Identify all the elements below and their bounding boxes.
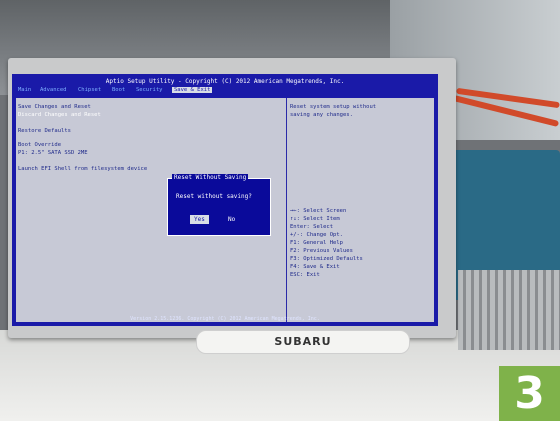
key-help-change-opt: +/-: Change Opt. bbox=[290, 232, 343, 238]
bios-screen: Aptio Setup Utility - Copyright (C) 2012… bbox=[12, 74, 438, 326]
key-help-select-screen: →←: Select Screen bbox=[290, 208, 347, 214]
bios-tabs: Main Advanced Chipset Boot Security Save… bbox=[12, 87, 438, 96]
tab-main[interactable]: Main bbox=[18, 87, 31, 93]
tab-security[interactable]: Security bbox=[136, 87, 163, 93]
brand-logo: SUBARU bbox=[274, 335, 332, 348]
key-help-esc-exit: ESC: Exit bbox=[290, 272, 320, 278]
tab-save-exit[interactable]: Save & Exit bbox=[172, 87, 213, 93]
help-text-line: saving any changes. bbox=[290, 112, 353, 118]
key-help-optimized-defaults: F3: Optimized Defaults bbox=[290, 256, 363, 262]
option-discard-changes-reset[interactable]: Discard Changes and Reset bbox=[18, 112, 101, 118]
panel-divider bbox=[286, 98, 287, 322]
reset-without-saving-dialog: Reset Without Saving Reset without savin… bbox=[167, 174, 271, 236]
option-boot-device[interactable]: P1: 2.5" SATA SSD 2ME bbox=[18, 150, 88, 156]
no-button[interactable]: No bbox=[224, 215, 239, 224]
option-restore-defaults[interactable]: Restore Defaults bbox=[18, 128, 71, 134]
step-number-badge: 3 bbox=[499, 366, 560, 421]
key-help-select-item: ↑↓: Select Item bbox=[290, 216, 340, 222]
option-save-changes-reset[interactable]: Save Changes and Reset bbox=[18, 104, 91, 110]
tab-chipset[interactable]: Chipset bbox=[78, 87, 101, 93]
heatsink bbox=[458, 270, 560, 350]
tab-boot[interactable]: Boot bbox=[112, 87, 125, 93]
yes-button[interactable]: Yes bbox=[190, 215, 209, 224]
help-text-line: Reset system setup without bbox=[290, 104, 377, 110]
monitor-stand: SUBARU bbox=[196, 330, 410, 354]
key-help-save-exit: F4: Save & Exit bbox=[290, 264, 340, 270]
tab-advanced[interactable]: Advanced bbox=[40, 87, 67, 93]
bios-footer: Version 2.15.1236. Copyright (C) 2012 Am… bbox=[130, 316, 320, 322]
option-launch-efi-shell[interactable]: Launch EFI Shell from filesystem device bbox=[18, 166, 147, 172]
key-help-general-help: F1: General Help bbox=[290, 240, 343, 246]
dialog-message: Reset without saving? bbox=[176, 193, 252, 200]
key-help-enter: Enter: Select bbox=[290, 224, 334, 230]
bios-title: Aptio Setup Utility - Copyright (C) 2012… bbox=[105, 78, 345, 85]
key-help-previous-values: F2: Previous Values bbox=[290, 248, 353, 254]
option-boot-override: Boot Override bbox=[18, 142, 62, 148]
dialog-title: Reset Without Saving bbox=[172, 174, 249, 181]
